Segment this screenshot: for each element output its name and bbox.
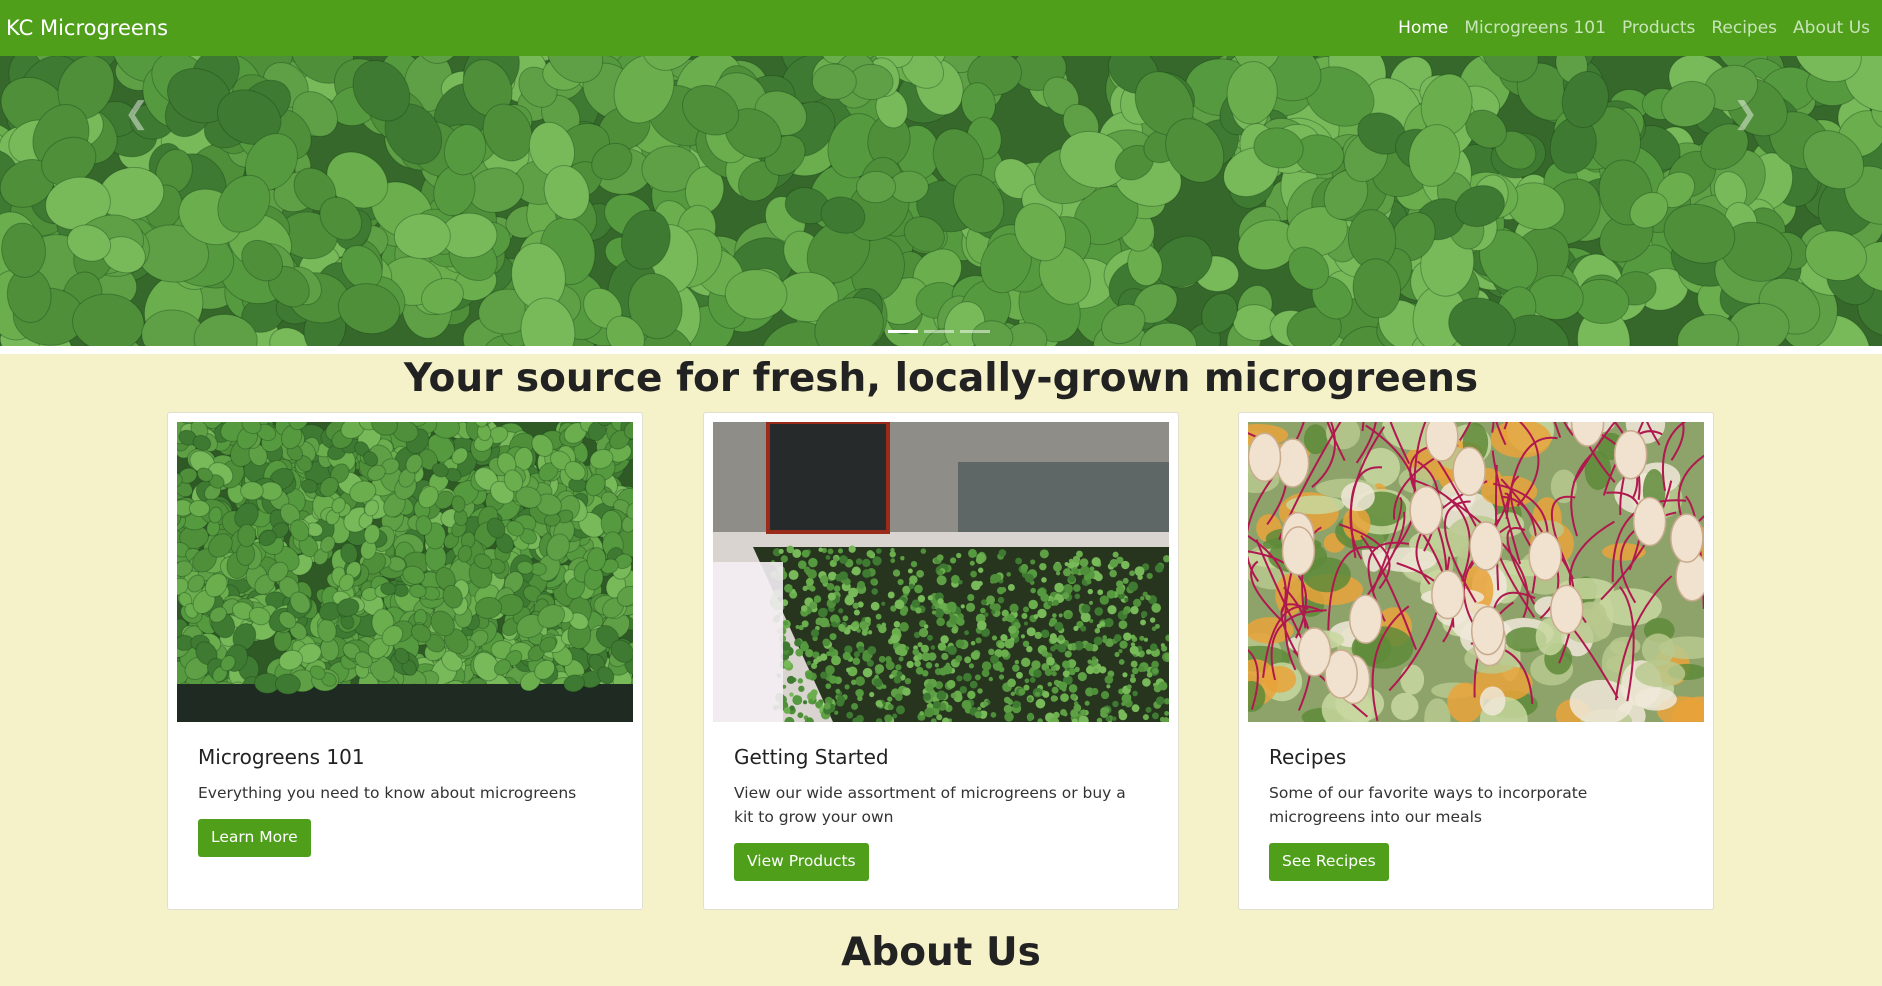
card-text: View our wide assortment of microgreens … [734, 784, 1126, 826]
card-image-microgreens-tray [177, 422, 633, 722]
chevron-right-icon[interactable]: ❯ [1733, 96, 1758, 131]
card-title: Getting Started [734, 745, 889, 769]
card-microgreens-101: Microgreens 101 Everything you need to k… [167, 412, 643, 910]
card-getting-started: Getting Started View our wide assortment… [703, 412, 1179, 910]
about-us-heading: About Us [841, 930, 1041, 975]
card-recipes: Recipes Some of our favorite ways to inc… [1238, 412, 1714, 910]
main-nav: Home Microgreens 101 Products Recipes Ab… [1398, 18, 1870, 38]
carousel-indicators [888, 330, 990, 333]
hero-microgreens-image [0, 56, 1882, 346]
card-image-market-stand [713, 422, 1169, 722]
nav-link-home[interactable]: Home [1398, 18, 1448, 38]
hero-carousel: ❮ ❯ [0, 56, 1882, 346]
carousel-indicator-3[interactable] [960, 330, 990, 333]
card-title: Microgreens 101 [198, 745, 365, 769]
page-tagline: Your source for fresh, locally-grown mic… [403, 356, 1479, 401]
navbar: KC Microgreens Home Microgreens 101 Prod… [0, 0, 1882, 56]
view-products-button[interactable]: View Products [734, 843, 869, 881]
chevron-left-icon[interactable]: ❮ [124, 96, 149, 131]
nav-link-products[interactable]: Products [1622, 18, 1695, 38]
nav-link-microgreens-101[interactable]: Microgreens 101 [1464, 18, 1606, 38]
hero-divider [0, 346, 1882, 354]
brand-logo-text[interactable]: KC Microgreens [6, 16, 168, 40]
carousel-indicator-2[interactable] [924, 330, 954, 333]
nav-link-recipes[interactable]: Recipes [1711, 18, 1777, 38]
card-text: Everything you need to know about microg… [198, 784, 577, 802]
nav-link-about-us[interactable]: About Us [1793, 18, 1870, 38]
card-title: Recipes [1269, 745, 1347, 769]
see-recipes-button[interactable]: See Recipes [1269, 843, 1389, 881]
carousel-indicator-1[interactable] [888, 330, 918, 333]
card-text: Some of our favorite ways to incorporate… [1269, 784, 1588, 826]
learn-more-button[interactable]: Learn More [198, 819, 311, 857]
card-image-salad [1248, 422, 1704, 722]
